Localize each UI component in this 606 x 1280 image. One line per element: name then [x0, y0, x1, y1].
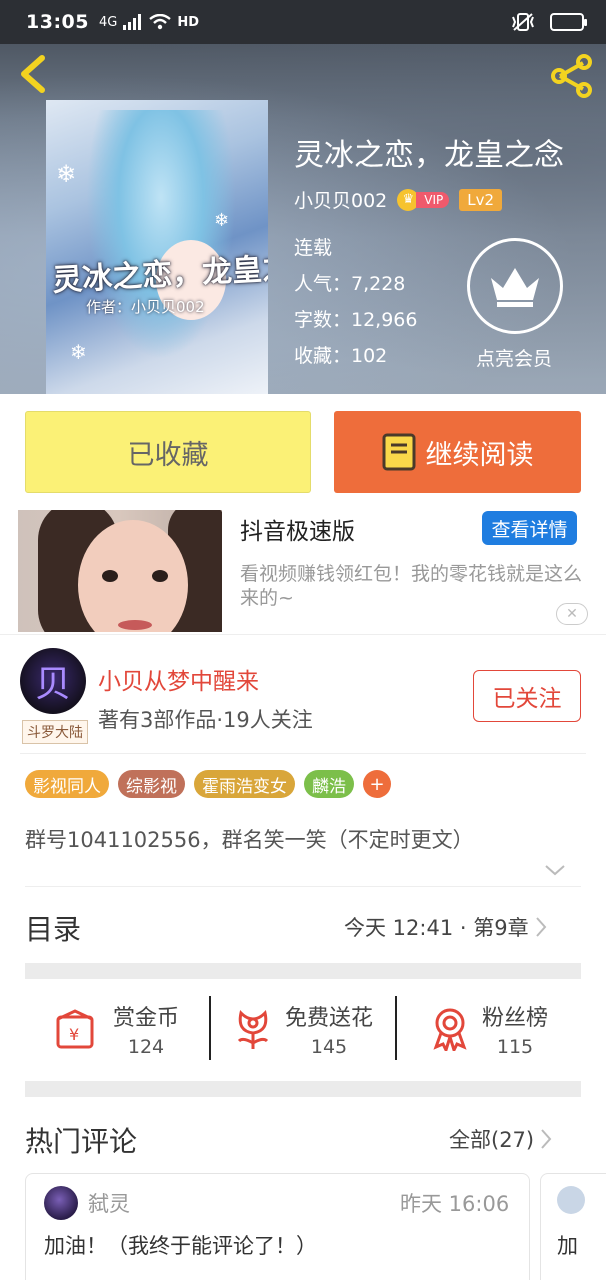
- section-band: [25, 1081, 581, 1097]
- add-tag-button[interactable]: +: [363, 770, 391, 798]
- wifi-icon: [149, 14, 172, 30]
- comment-avatar[interactable]: [44, 1186, 78, 1220]
- author-stats: 著有3部作品·19人关注: [98, 708, 313, 732]
- ad-details-button[interactable]: 查看详情: [482, 511, 577, 545]
- book-author[interactable]: 小贝贝002: [294, 186, 387, 213]
- comment-card[interactable]: 弑灵 昨天 16:06 加油！（我终于能评论了！）: [25, 1173, 530, 1280]
- book-title: 灵冰之恋，龙皇之念: [294, 138, 564, 173]
- send-flower-button[interactable]: 免费送花 145: [211, 996, 395, 1062]
- stats-row: ¥ 赏金币 124 免费送花 145 粉丝榜 115: [25, 996, 581, 1062]
- battery-icon: [550, 13, 587, 31]
- chevron-right-icon: [541, 1129, 552, 1149]
- all-comments-label: 全部(27): [449, 1128, 535, 1152]
- comment-card[interactable]: 加: [540, 1173, 606, 1280]
- svg-text:¥: ¥: [69, 1025, 79, 1044]
- level-badge: Lv2: [459, 188, 503, 211]
- expand-button[interactable]: [544, 862, 566, 881]
- stat-label: 赏金币: [112, 1006, 179, 1031]
- status-bar: 13:05 4G HD: [0, 0, 606, 44]
- author-name[interactable]: 小贝从梦中醒来: [98, 662, 259, 696]
- book-cover[interactable]: ❄ ❄ ❄ 灵冰之恋，龙皇之念 作者：小贝贝002: [46, 100, 268, 394]
- flower-icon: [237, 1010, 269, 1049]
- divider: [0, 634, 606, 635]
- stat-value: 145: [310, 1036, 348, 1058]
- back-arrow-icon: [21, 55, 45, 93]
- chevron-right-icon: [535, 917, 546, 937]
- reward-coin-icon: ¥: [56, 1009, 94, 1049]
- snowflake-icon: ❄: [70, 340, 87, 364]
- continue-reading-label: 继续阅读: [425, 439, 534, 471]
- stat-label: 粉丝榜: [481, 1006, 548, 1031]
- book-icon: [382, 433, 415, 471]
- vip-badge: ♛ VIP: [397, 188, 450, 211]
- cover-author: 作者：小贝贝002: [86, 298, 205, 316]
- author-tag: 斗罗大陆: [22, 720, 88, 744]
- share-button[interactable]: [548, 52, 596, 100]
- tag-item[interactable]: 麟浩: [304, 770, 354, 798]
- tag-item[interactable]: 霍雨浩变女: [194, 770, 295, 798]
- all-comments-link[interactable]: 全部(27): [449, 1124, 552, 1154]
- stat-value: 124: [127, 1036, 165, 1058]
- ad-description[interactable]: 看视频赚钱领红包！我的零花钱就是这么来的~: [240, 562, 595, 610]
- continue-reading-button[interactable]: 继续阅读: [334, 411, 581, 493]
- share-icon: [551, 54, 592, 98]
- medal-icon: [433, 1008, 467, 1051]
- comment-avatar[interactable]: [557, 1186, 585, 1214]
- snowflake-icon: ❄: [214, 210, 230, 231]
- author-line: 小贝贝002 ♛ VIP Lv2: [294, 186, 503, 213]
- divider: [20, 753, 586, 754]
- toc-title[interactable]: 目录: [25, 908, 81, 948]
- book-header: 13:05 4G HD ❄ ❄ ❄ 灵冰之恋，龙皇之念 作者：小贝贝002 灵冰…: [0, 0, 606, 394]
- book-popularity: 人气：7,228: [294, 273, 406, 295]
- toc-latest-label: 今天 12:41 · 第9章: [344, 916, 529, 940]
- tag-list: 影视同人 综影视 霍雨浩变女 麟浩 +: [25, 770, 391, 798]
- comment-user[interactable]: 弑灵: [88, 1188, 130, 1218]
- stat-value: 115: [496, 1036, 534, 1058]
- fan-rank-button[interactable]: 粉丝榜 115: [397, 996, 581, 1062]
- hot-comments-title: 热门评论: [25, 1125, 138, 1158]
- status-time: 13:05: [26, 11, 89, 33]
- tag-item[interactable]: 影视同人: [25, 770, 109, 798]
- comment-time: 昨天 16:06: [400, 1192, 510, 1216]
- author-avatar[interactable]: 贝: [20, 648, 86, 714]
- network-label: 4G: [98, 14, 118, 30]
- reward-coin-button[interactable]: ¥ 赏金币 124: [25, 996, 209, 1062]
- book-favorites: 收藏：102: [294, 345, 388, 367]
- comment-text: 加: [557, 1234, 578, 1258]
- vibrate-icon: [512, 13, 534, 31]
- back-button[interactable]: [12, 50, 56, 98]
- ad-image[interactable]: [18, 510, 222, 632]
- stat-label: 免费送花: [284, 1006, 373, 1031]
- book-status: 连载: [294, 237, 333, 259]
- section-band: [25, 963, 581, 979]
- member-button[interactable]: [467, 238, 563, 334]
- divider: [25, 886, 581, 887]
- tag-item[interactable]: 综影视: [118, 770, 185, 798]
- ad-close-button[interactable]: ✕: [556, 603, 588, 625]
- collected-button[interactable]: 已收藏: [25, 411, 311, 493]
- member-label[interactable]: 点亮会员: [476, 344, 552, 371]
- hd-label: HD: [177, 14, 200, 30]
- toc-latest[interactable]: 今天 12:41 · 第9章: [344, 912, 547, 942]
- signal-icon: [123, 14, 142, 30]
- ad-title[interactable]: 抖音极速版: [240, 512, 355, 546]
- book-intro: 群号1041102556，群名笑一笑（不定时更文）: [25, 828, 474, 852]
- snowflake-icon: ❄: [56, 160, 77, 188]
- book-words: 字数：12,966: [294, 309, 418, 331]
- crown-icon: [491, 268, 539, 307]
- book-meta: 连载 人气：7,228 字数：12,966 收藏：102: [294, 230, 417, 374]
- follow-button[interactable]: 已关注: [473, 670, 581, 722]
- comment-text: 加油！（我终于能评论了！）: [44, 1234, 317, 1258]
- chevron-down-icon: [545, 865, 565, 876]
